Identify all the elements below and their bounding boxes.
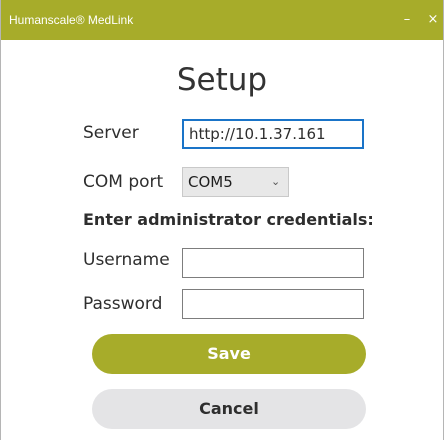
com-port-label: COM port	[83, 172, 164, 192]
username-field[interactable]	[182, 248, 364, 278]
page-title: Setup	[176, 62, 268, 98]
password-field[interactable]	[182, 289, 364, 319]
app-window: Humanscale® MedLink – × Setup Server COM…	[0, 0, 444, 440]
title-bar[interactable]: Humanscale® MedLink – ×	[1, 0, 443, 40]
window-title: Humanscale® MedLink	[9, 13, 134, 27]
com-port-select[interactable]: COM5 ⌄	[182, 167, 289, 197]
server-label: Server	[83, 123, 139, 143]
save-button[interactable]: Save	[92, 334, 366, 374]
cancel-button[interactable]: Cancel	[92, 389, 366, 429]
server-input[interactable]	[182, 119, 364, 149]
close-icon[interactable]: ×	[425, 10, 441, 30]
password-label: Password	[83, 294, 163, 314]
username-label: Username	[83, 250, 170, 270]
credentials-heading: Enter administrator credentials:	[83, 210, 374, 229]
chevron-down-icon: ⌄	[271, 175, 281, 188]
minimize-icon[interactable]: –	[399, 10, 415, 30]
com-port-selected-value: COM5	[188, 173, 233, 191]
